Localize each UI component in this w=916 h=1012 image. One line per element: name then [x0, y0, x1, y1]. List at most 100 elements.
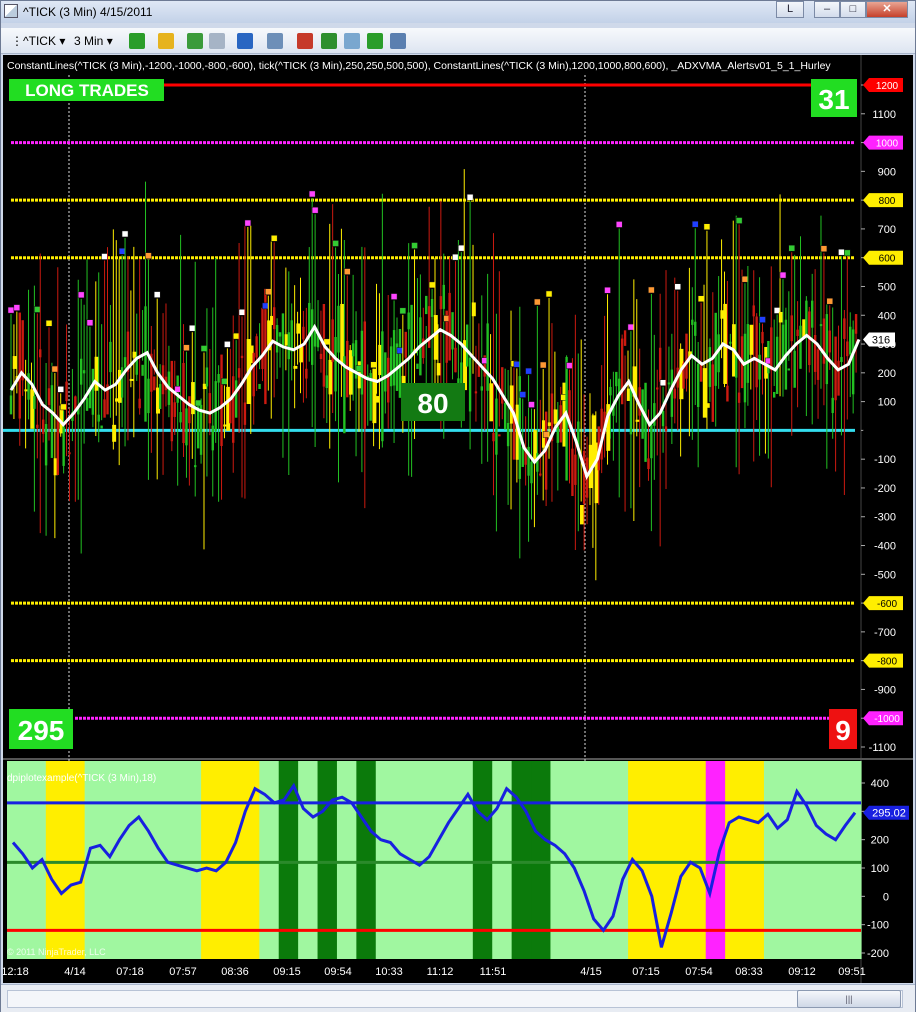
alert-marker	[145, 252, 152, 259]
candle-body	[65, 381, 68, 402]
candle-body	[691, 319, 694, 325]
constant-line-tag: -1000	[863, 711, 903, 726]
alert-marker	[370, 361, 377, 368]
interval-selector[interactable]: 3 Min ▾	[74, 31, 113, 51]
time-axis-label: 07:18	[116, 966, 144, 978]
candle-body	[773, 391, 776, 398]
candle-body	[287, 332, 290, 360]
indicator-icon[interactable]	[344, 33, 360, 49]
alert-marker	[627, 323, 635, 331]
candle-body	[787, 368, 791, 371]
indicator-axis-label: 400	[871, 778, 889, 790]
alert-marker	[741, 275, 749, 283]
scroll-track[interactable]	[7, 990, 903, 1008]
candle-body	[454, 347, 457, 373]
chart-panel[interactable]: 1200110010009008007006005004003002001000…	[3, 55, 913, 983]
zoom-icon[interactable]	[267, 33, 283, 49]
candle-body	[100, 425, 103, 429]
alert-marker	[697, 295, 705, 302]
time-axis-label: 08:33	[735, 966, 763, 978]
candle-body	[629, 387, 633, 435]
time-axis-label: 09:54	[324, 966, 352, 978]
candle-body	[82, 370, 86, 374]
candle-body	[582, 450, 586, 504]
alert-marker	[525, 367, 532, 375]
app-icon	[4, 4, 18, 18]
count-bottom-left: 295	[18, 715, 65, 746]
indicator-axis-label: 0	[883, 891, 889, 903]
candle-body	[237, 368, 241, 378]
title-bar[interactable]: ^TICK (3 Min) 4/15/2011 L – □ ✕	[1, 1, 915, 23]
constant-line-tag: -800	[863, 653, 903, 668]
draw-pencil-icon[interactable]	[158, 33, 174, 49]
remove-pin-icon[interactable]	[209, 33, 225, 49]
candle-body	[574, 454, 577, 485]
instrument-selector[interactable]: ^TICK ▾	[23, 31, 65, 51]
chart-canvas[interactable]: 1200110010009008007006005004003002001000…	[3, 55, 913, 983]
candle-body	[746, 324, 750, 383]
scroll-thumb[interactable]: |||	[797, 990, 901, 1008]
candle-body	[170, 360, 174, 442]
candle-body	[12, 356, 17, 369]
candle-body	[47, 388, 51, 405]
candle-body	[714, 312, 717, 386]
chevron-down-icon: ▾	[59, 34, 66, 48]
alert-marker	[153, 291, 161, 298]
price-axis-label: 100	[878, 397, 896, 409]
candle-body	[650, 424, 653, 459]
candle-body	[480, 386, 483, 391]
candle-body	[153, 376, 156, 391]
constant-line-tag-label: 800	[879, 196, 896, 207]
price-axis-label: 1100	[872, 109, 896, 121]
candle-body	[278, 332, 282, 337]
alert-marker	[788, 244, 795, 252]
candle-body	[50, 385, 54, 458]
bars-icon[interactable]	[297, 33, 313, 49]
time-axis-label: 07:15	[632, 966, 660, 978]
alert-marker	[452, 253, 459, 261]
zero-tag	[863, 424, 899, 437]
chart-window: ^TICK (3 Min) 4/15/2011 L – □ ✕ ⋮ ^TICK …	[0, 0, 916, 1012]
candle-body	[281, 313, 285, 347]
candle-body	[840, 357, 843, 363]
alert-marker	[735, 217, 743, 224]
alert-marker	[238, 309, 246, 316]
close-button[interactable]: ✕	[866, 1, 908, 18]
alert-marker	[45, 320, 53, 327]
crosshair-icon[interactable]	[237, 33, 253, 49]
candle-body	[302, 326, 305, 340]
constant-line-tag-label: -800	[877, 657, 897, 668]
strategy-icon[interactable]	[367, 33, 383, 49]
candle-body	[30, 389, 35, 429]
candle-body	[623, 330, 627, 346]
add-pin-icon[interactable]	[187, 33, 203, 49]
constant-line-tag: 1000	[863, 135, 903, 150]
indicator-label: ConstantLines(^TICK (3 Min),-1200,-1000,…	[7, 60, 831, 72]
properties-icon[interactable]	[390, 33, 406, 49]
indicator-axis-label: 100	[871, 863, 889, 875]
alert-marker	[77, 291, 85, 299]
candle-body	[495, 398, 498, 455]
alert-marker	[57, 386, 64, 393]
candle-body	[158, 384, 162, 409]
bar-style-icon[interactable]	[129, 33, 145, 49]
candle-body	[173, 402, 176, 417]
link-button[interactable]: L	[776, 1, 804, 18]
candle-body	[372, 368, 377, 424]
maximize-button[interactable]: □	[840, 1, 866, 18]
candle-body	[658, 347, 662, 382]
candle-body	[141, 364, 144, 376]
time-axis-label: 09:51	[838, 966, 866, 978]
bars-icon[interactable]	[321, 33, 337, 49]
candle-body	[831, 397, 834, 414]
candle-body	[299, 346, 304, 363]
alert-marker	[60, 403, 67, 411]
minimize-button[interactable]: –	[814, 1, 840, 18]
horizontal-scrollbar[interactable]: |||	[1, 984, 915, 1012]
alert-marker	[344, 268, 351, 275]
time-axis-label: 07:54	[685, 966, 713, 978]
alert-marker	[232, 332, 240, 340]
candle-body	[448, 292, 451, 361]
candle-body	[349, 350, 353, 395]
candle-body	[33, 396, 36, 409]
